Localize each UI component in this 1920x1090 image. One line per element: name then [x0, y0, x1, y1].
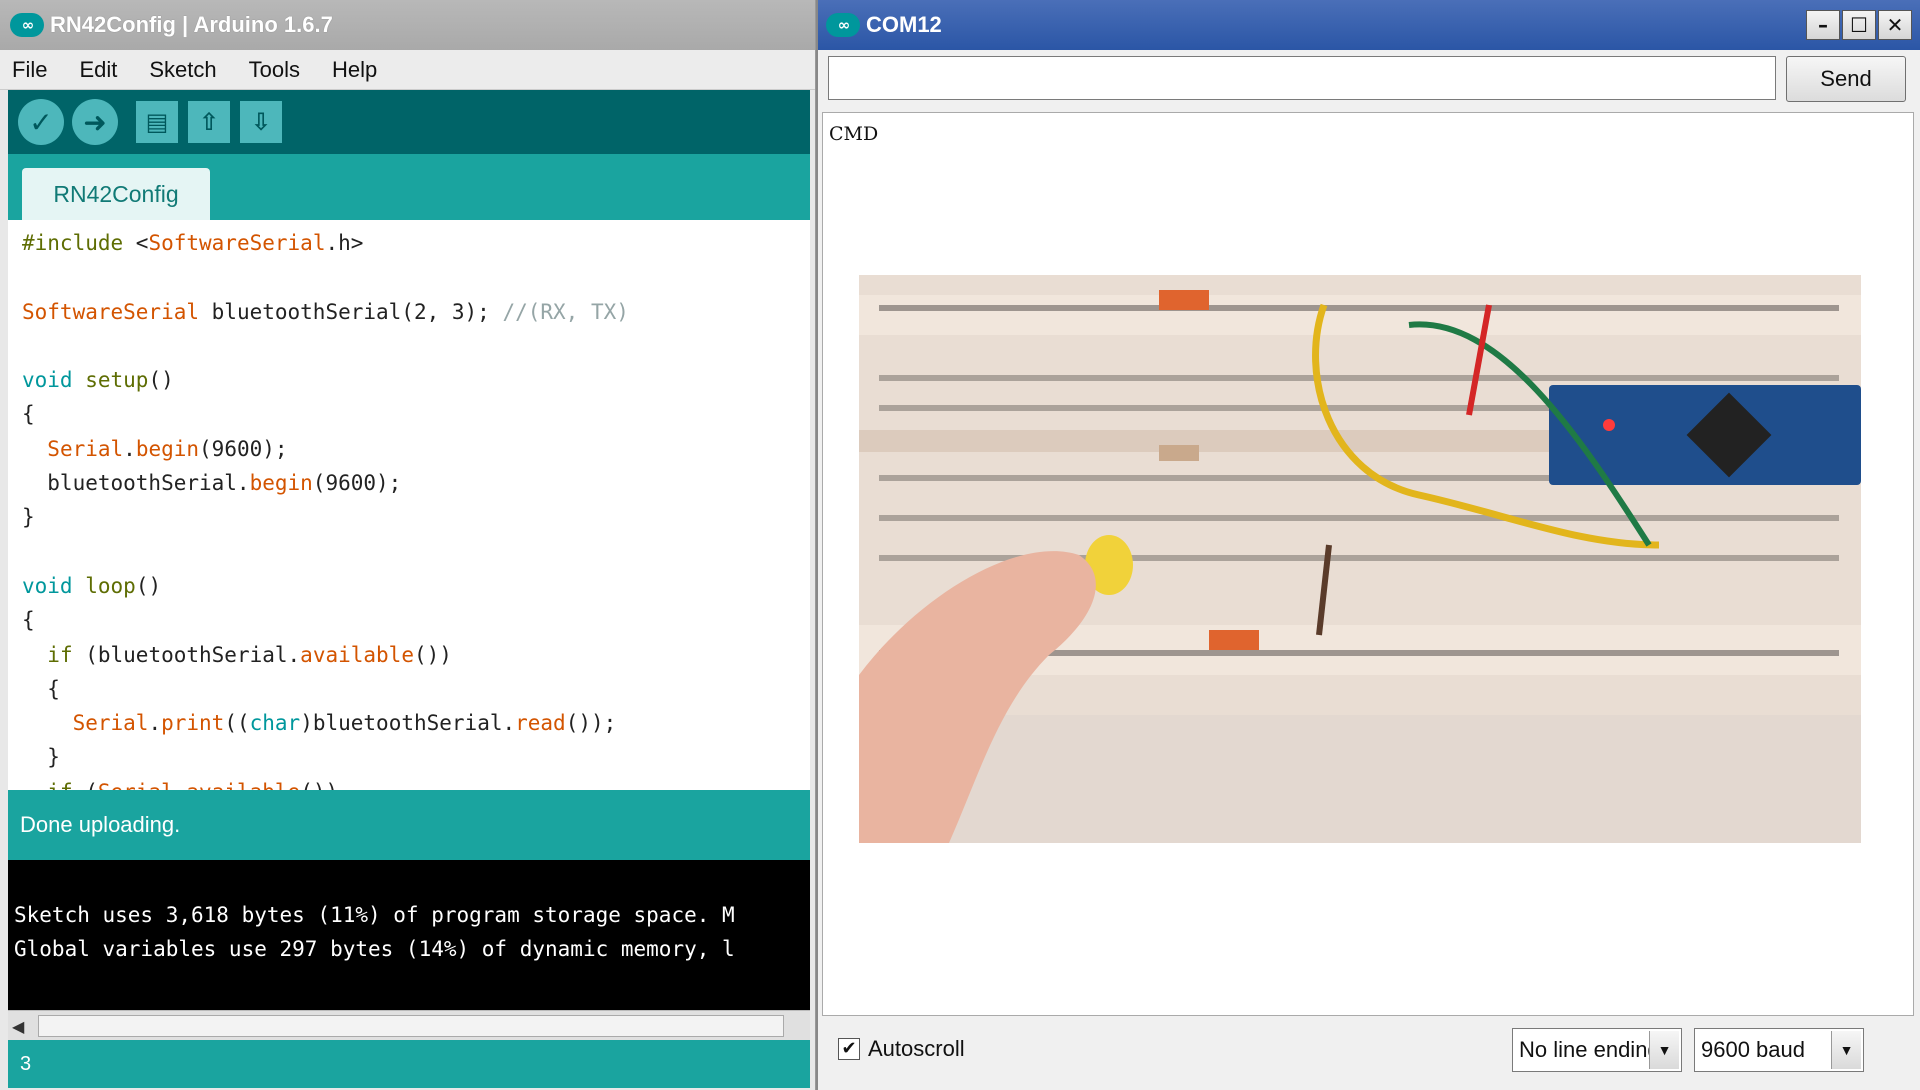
arduino-logo-icon: ∞	[826, 13, 860, 37]
line-ending-value: No line ending	[1519, 1037, 1660, 1062]
menu-sketch[interactable]: Sketch	[145, 55, 220, 85]
tab-rn42config[interactable]: RN42Config	[22, 168, 210, 220]
send-button[interactable]: Send	[1786, 56, 1906, 102]
monitor-bottom-bar: ✔ Autoscroll No line ending ▼ 9600 baud …	[818, 1018, 1920, 1088]
monitor-title: COM12	[866, 12, 942, 37]
maximize-icon[interactable]: ☐	[1842, 10, 1876, 40]
menu-help[interactable]: Help	[328, 55, 381, 85]
arduino-ide-window: ∞ RN42Config | Arduino 1.6.7 File Edit S…	[0, 0, 816, 1090]
breadboard-photo	[859, 275, 1861, 843]
code-line: {	[22, 608, 35, 633]
ide-toolbar: ✓ ➜ ▤ ⇧ ⇩	[8, 90, 810, 154]
serial-output[interactable]: CMD	[822, 112, 1914, 1016]
check-icon: ✓	[29, 105, 53, 139]
arduino-logo-icon: ∞	[10, 13, 44, 37]
serial-send-input[interactable]	[828, 56, 1776, 100]
monitor-titlebar[interactable]: ∞ COM12 – ☐ ✕	[818, 0, 1920, 50]
code-line: if (Serial.available())	[22, 775, 810, 790]
line-number-indicator: 3	[8, 1040, 810, 1088]
document-icon: ▤	[145, 108, 169, 136]
code-line: if (bluetoothSerial.available())	[47, 642, 452, 667]
upload-button[interactable]: ➜	[72, 99, 118, 145]
window-controls: – ☐ ✕	[1804, 10, 1912, 40]
code-line: Serial.print((char)bluetoothSerial.read(…	[72, 711, 617, 736]
code-editor[interactable]: #include <SoftwareSerial.h> SoftwareSeri…	[8, 220, 810, 790]
code-line: void loop()	[22, 573, 162, 598]
serial-monitor-window: ∞ COM12 – ☐ ✕ Send CMD ✔ Autoscroll No l…	[816, 0, 1920, 1090]
autoscroll-label: Autoscroll	[868, 1036, 965, 1061]
code-line: bluetoothSerial.begin(9600);	[22, 471, 402, 496]
menu-tools[interactable]: Tools	[245, 55, 304, 85]
checkmark-icon: ✔	[841, 1038, 857, 1059]
console-line: Sketch uses 3,618 bytes (11%) of program…	[14, 903, 735, 927]
chevron-down-icon[interactable]: ▼	[1649, 1031, 1679, 1069]
close-icon[interactable]: ✕	[1878, 10, 1912, 40]
ide-title: RN42Config | Arduino 1.6.7	[50, 12, 333, 37]
code-line: Serial.begin(9600);	[47, 436, 288, 461]
scrollbar-thumb[interactable]	[38, 1015, 784, 1037]
baud-rate-value: 9600 baud	[1701, 1037, 1805, 1062]
baud-rate-select[interactable]: 9600 baud ▼	[1694, 1028, 1864, 1072]
ide-tabbar: RN42Config	[8, 154, 810, 220]
line-ending-select[interactable]: No line ending ▼	[1512, 1028, 1682, 1072]
scroll-left-icon[interactable]: ◀	[12, 1017, 24, 1036]
console-horizontal-scrollbar[interactable]: ◀	[8, 1010, 810, 1040]
arrow-right-icon: ➜	[83, 105, 107, 139]
minimize-icon[interactable]: –	[1806, 10, 1840, 40]
ide-menubar: File Edit Sketch Tools Help	[0, 50, 815, 90]
code-line: SoftwareSerial bluetoothSerial(2, 3); //…	[22, 299, 629, 324]
send-row: Send	[818, 50, 1920, 110]
ide-titlebar[interactable]: ∞ RN42Config | Arduino 1.6.7	[0, 0, 815, 50]
code-line: {	[22, 676, 60, 701]
code-line: #include <SoftwareSerial.h>	[22, 231, 364, 255]
chevron-down-icon[interactable]: ▼	[1831, 1031, 1861, 1069]
verify-button[interactable]: ✓	[18, 99, 64, 145]
autoscroll-checkbox[interactable]: ✔	[838, 1038, 860, 1060]
serial-output-text: CMD	[829, 123, 879, 145]
arrow-up-icon: ⇧	[198, 108, 220, 136]
open-sketch-button[interactable]: ⇧	[188, 101, 230, 143]
console-line: Global variables use 297 bytes (14%) of …	[14, 937, 735, 961]
menu-edit[interactable]: Edit	[75, 55, 121, 85]
menu-file[interactable]: File	[8, 55, 51, 85]
code-line: }	[22, 745, 60, 770]
build-console[interactable]: Sketch uses 3,618 bytes (11%) of program…	[8, 860, 810, 1010]
code-line: }	[22, 505, 35, 530]
code-line: {	[22, 402, 35, 427]
upload-status: Done uploading.	[8, 790, 810, 860]
code-line: void setup()	[22, 368, 174, 393]
arrow-down-icon: ⇩	[250, 108, 272, 136]
new-sketch-button[interactable]: ▤	[136, 101, 178, 143]
save-sketch-button[interactable]: ⇩	[240, 101, 282, 143]
